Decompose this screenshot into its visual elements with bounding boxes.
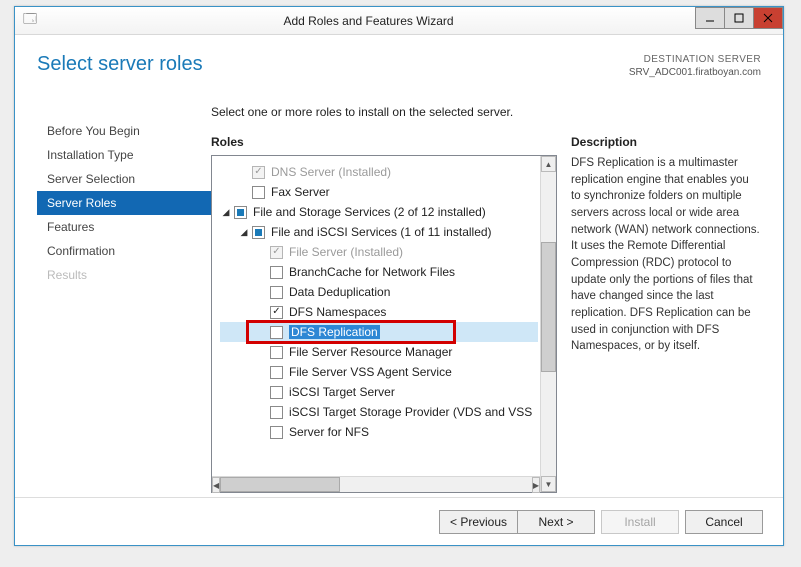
scroll-left-button[interactable]: ◀ <box>212 477 220 493</box>
role-checkbox[interactable] <box>270 266 283 279</box>
role-item[interactable]: iSCSI Target Storage Provider (VDS and V… <box>220 402 538 422</box>
role-label: DFS Namespaces <box>289 305 386 319</box>
role-item[interactable]: File Server Resource Manager <box>220 342 538 362</box>
scrollbar-horizontal[interactable]: ◀ ▶ <box>212 476 540 492</box>
roles-listbox[interactable]: DNS Server (Installed)Fax Server◢File an… <box>211 155 557 493</box>
role-item[interactable]: Server for NFS <box>220 422 538 442</box>
description-column: Description DFS Replication is a multima… <box>571 135 761 493</box>
maximize-button[interactable] <box>724 7 754 29</box>
minimize-button[interactable] <box>695 7 725 29</box>
role-label: Fax Server <box>271 185 330 199</box>
previous-button[interactable]: < Previous <box>439 510 517 534</box>
role-checkbox[interactable] <box>252 186 265 199</box>
role-checkbox[interactable] <box>270 426 283 439</box>
close-button[interactable] <box>753 7 783 29</box>
nav-confirmation[interactable]: Confirmation <box>37 239 211 263</box>
scroll-thumb-horizontal[interactable] <box>220 477 340 492</box>
wizard-footer: < Previous Next > Install Cancel <box>15 497 783 545</box>
roles-column: Roles DNS Server (Installed)Fax Server◢F… <box>211 135 557 493</box>
role-label: File Server VSS Agent Service <box>289 365 452 379</box>
wizard-nav: Before You Begin Installation Type Serve… <box>37 105 211 493</box>
install-button: Install <box>601 510 679 534</box>
role-checkbox[interactable] <box>270 346 283 359</box>
nav-results: Results <box>37 263 211 287</box>
role-item[interactable]: BranchCache for Network Files <box>220 262 538 282</box>
role-item[interactable]: DFS Replication <box>220 322 538 342</box>
scrollbar-vertical[interactable]: ▲ ▼ <box>540 156 556 492</box>
collapse-icon[interactable]: ◢ <box>220 207 232 218</box>
role-item[interactable]: ◢ File and iSCSI Services (1 of 11 instal… <box>220 222 538 242</box>
role-checkbox[interactable] <box>270 306 283 319</box>
role-label: File and iSCSI Services (1 of 11 install… <box>271 225 492 239</box>
scroll-up-button[interactable]: ▲ <box>541 156 556 172</box>
role-label: DNS Server (Installed) <box>271 165 391 179</box>
role-checkbox <box>252 166 265 179</box>
role-checkbox[interactable] <box>270 386 283 399</box>
role-item[interactable]: iSCSI Target Server <box>220 382 538 402</box>
app-icon: 🗔 <box>19 10 41 32</box>
nav-installation-type[interactable]: Installation Type <box>37 143 211 167</box>
main-pane: Select one or more roles to install on t… <box>211 105 761 493</box>
role-checkbox[interactable] <box>270 406 283 419</box>
role-item[interactable]: Data Deduplication <box>220 282 538 302</box>
role-checkbox[interactable] <box>252 226 265 239</box>
role-label: File Server Resource Manager <box>289 345 452 359</box>
roles-label: Roles <box>211 135 557 149</box>
next-button[interactable]: Next > <box>517 510 595 534</box>
role-label: Data Deduplication <box>289 285 390 299</box>
role-label: iSCSI Target Storage Provider (VDS and V… <box>289 405 532 419</box>
role-checkbox[interactable] <box>234 206 247 219</box>
nav-server-roles[interactable]: Server Roles <box>37 191 211 215</box>
role-checkbox <box>270 246 283 259</box>
nav-server-selection[interactable]: Server Selection <box>37 167 211 191</box>
scroll-thumb-vertical[interactable] <box>541 242 556 372</box>
role-item[interactable]: File Server VSS Agent Service <box>220 362 538 382</box>
instructions: Select one or more roles to install on t… <box>211 105 761 119</box>
role-label: Server for NFS <box>289 425 369 439</box>
description-label: Description <box>571 135 761 149</box>
role-checkbox[interactable] <box>270 366 283 379</box>
collapse-icon[interactable]: ◢ <box>238 227 250 238</box>
role-label: DFS Replication <box>289 325 380 339</box>
role-item[interactable]: ◢ File and Storage Services (2 of 12 inst… <box>220 202 538 222</box>
destination-info: DESTINATION SERVER SRV_ADC001.firatboyan… <box>629 53 761 91</box>
nav-before-you-begin[interactable]: Before You Begin <box>37 119 211 143</box>
nav-features[interactable]: Features <box>37 215 211 239</box>
role-item[interactable]: Fax Server <box>220 182 538 202</box>
titlebar: 🗔 Add Roles and Features Wizard <box>15 7 783 35</box>
scroll-right-button[interactable]: ▶ <box>532 477 540 493</box>
role-label: iSCSI Target Server <box>289 385 395 399</box>
role-label: BranchCache for Network Files <box>289 265 455 279</box>
page-title: Select server roles <box>37 53 203 91</box>
cancel-button[interactable]: Cancel <box>685 510 763 534</box>
role-label: File and Storage Services (2 of 12 insta… <box>253 205 486 219</box>
scroll-down-button[interactable]: ▼ <box>541 476 556 492</box>
header: Select server roles DESTINATION SERVER S… <box>15 35 783 91</box>
description-text: DFS Replication is a multimaster replica… <box>571 155 761 355</box>
window-title: Add Roles and Features Wizard <box>41 14 696 28</box>
role-item[interactable]: DNS Server (Installed) <box>220 162 538 182</box>
role-item[interactable]: File Server (Installed) <box>220 242 538 262</box>
wizard-window: 🗔 Add Roles and Features Wizard Select s… <box>14 6 784 546</box>
window-buttons <box>696 7 783 34</box>
role-label: File Server (Installed) <box>289 245 403 259</box>
role-checkbox[interactable] <box>270 286 283 299</box>
role-checkbox[interactable] <box>270 326 283 339</box>
role-item[interactable]: DFS Namespaces <box>220 302 538 322</box>
